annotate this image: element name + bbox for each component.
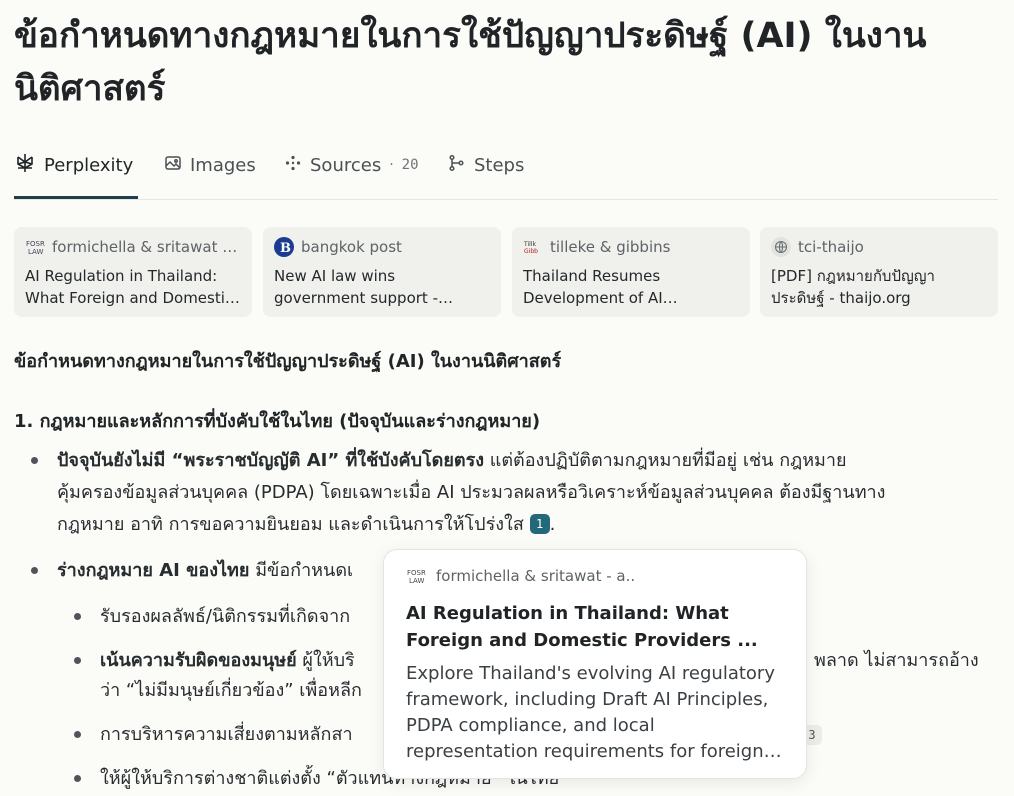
tab-sources[interactable]: Sources · 20 (284, 148, 419, 182)
page-title: ข้อกำหนดทางกฎหมายในการใช้ปัญญาประดิษฐ์ (… (14, 16, 927, 109)
formichella-logo: FOSR LAW (25, 237, 45, 257)
source-card[interactable]: FOSR LAW formichella & sritawat -... AI R… (14, 227, 252, 317)
popover-title[interactable]: AI Regulation in Thailand: What Foreign … (406, 600, 784, 654)
bullet-dot (74, 775, 81, 782)
tab-steps[interactable]: Steps (448, 148, 524, 182)
bullet-dot (74, 731, 81, 738)
answer-heading: ข้อกำหนดทางกฎหมายในการใช้ปัญญาประดิษฐ์ (… (14, 351, 562, 372)
bullet-dot (31, 567, 38, 574)
separator-dot: · (389, 157, 394, 173)
result-tabs: Perplexity Images Sources · 20 Steps (14, 148, 998, 200)
source-site: formichella & sritawat -... (52, 238, 241, 256)
body-text: แต่ต้องปฏิบัติตามกฎหมายที่มีอยู่ เช่น กฎ… (484, 450, 847, 471)
citation-badge[interactable]: 1 (529, 514, 550, 534)
svg-text:LAW: LAW (28, 248, 43, 256)
source-title: New AI law wins government support -… (274, 267, 453, 307)
bullet-line: ปัจจุบันยังไม่มี “พระราชบัญญัติ AI” ที่ใ… (57, 445, 847, 476)
section-heading: 1. กฎหมายและหลักการที่บังคับใช้ในไทย (ปั… (14, 411, 541, 432)
sub-bullet-tail: พลาด ไม่สามารถอ้าง (814, 650, 979, 671)
svg-text:LAW: LAW (409, 577, 424, 585)
source-title: AI Regulation in Thailand: What Foreign … (25, 267, 240, 307)
bullet-line: คุ้มครองข้อมูลส่วนบุคคล (PDPA) โดยเฉพาะเ… (57, 482, 886, 503)
bullet-dot (74, 613, 81, 620)
popover-description: Explore Thailand's evolving AI regulator… (406, 663, 775, 762)
punctuation: . (549, 514, 556, 535)
svg-text:FOSR: FOSR (26, 240, 45, 248)
globe-icon (771, 237, 791, 257)
bullet-dot (31, 457, 38, 464)
popover-site: formichella & sritawat - a.. (436, 567, 636, 585)
bold-text: ปัจจุบันยังไม่มี “พระราชบัญญัติ AI” ที่ใ… (57, 450, 485, 471)
svg-text:Gibb: Gibb (524, 248, 538, 255)
source-site: tilleke & gibbins (550, 238, 671, 256)
svg-text:FOSR: FOSR (407, 569, 426, 577)
tilleke-logo: Tillk Gibb (523, 237, 543, 257)
image-icon (164, 154, 182, 177)
body-text: มีข้อกำหนดเ (249, 560, 354, 581)
source-title: Thailand Resumes Development of AI… (523, 267, 678, 307)
tab-label: Images (190, 154, 256, 176)
source-card[interactable]: tci-thaijo [PDF] กฎหมายกับปัญญาประดิษฐ์ … (760, 227, 998, 317)
sources-count: 20 (401, 157, 419, 173)
bullet-dot (74, 657, 81, 664)
steps-icon (448, 154, 466, 177)
svg-text:B: B (280, 241, 291, 256)
tab-images[interactable]: Images (164, 148, 256, 182)
source-site: bangkok post (301, 238, 402, 256)
sub-bullet: เน้นความรับผิดของมนุษย์ ผู้ให้บริ (100, 645, 355, 676)
tab-label: Sources (310, 154, 382, 176)
tab-perplexity[interactable]: Perplexity (14, 148, 133, 182)
source-card[interactable]: Tillk Gibb tilleke & gibbins Thailand Res… (512, 227, 750, 317)
bullet-line: ร่างกฎหมาย AI ของไทย มีข้อกำหนดเ (57, 555, 353, 586)
tab-label: Perplexity (44, 154, 134, 176)
bangkok-post-logo: B (274, 237, 294, 257)
tab-label: Steps (474, 154, 525, 176)
sub-bullet: รับรองผลลัพธ์/นิติกรรมที่เกิดจาก (100, 606, 351, 627)
sub-bullet: ว่า “ไม่มีมนุษย์เกี่ยวข้อง” เพื่อหลีก (100, 680, 362, 701)
body-text: ผู้ให้บริ (296, 650, 355, 671)
tabs-divider (14, 199, 998, 200)
perplexity-icon (14, 152, 36, 179)
svg-text:Tillk: Tillk (523, 241, 536, 248)
sources-icon (284, 154, 302, 177)
source-site: tci-thaijo (798, 238, 864, 256)
citation-popover[interactable]: FOSR LAW formichella & sritawat - a.. AI … (383, 549, 807, 779)
source-card[interactable]: B bangkok post New AI law wins governmen… (263, 227, 501, 317)
bold-text: ร่างกฎหมาย AI ของไทย (57, 560, 250, 581)
formichella-logo: FOSR LAW (406, 566, 426, 586)
bold-text: เน้นความรับผิดของมนุษย์ (100, 650, 297, 671)
body-text: กฎหมาย อาทิ การขอความยินยอม และดำเนินการ… (57, 514, 524, 535)
source-title: [PDF] กฎหมายกับปัญญาประดิษฐ์ - thaijo.or… (771, 267, 935, 307)
sub-bullet: การบริหารความเสี่ยงตามหลักสา (100, 724, 353, 745)
bullet-line: กฎหมาย อาทิ การขอความยินยอม และดำเนินการ… (57, 509, 555, 540)
